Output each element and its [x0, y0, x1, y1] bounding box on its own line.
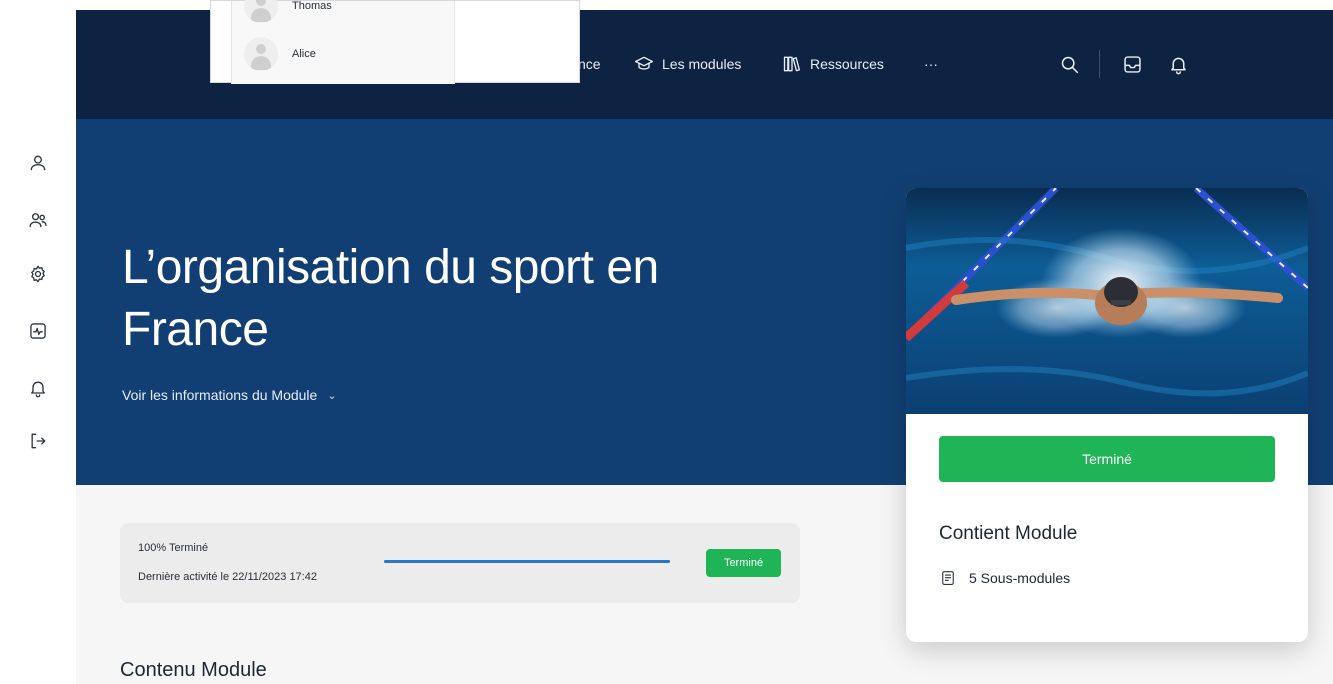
status-badge: Terminé: [706, 549, 781, 577]
left-sidebar: [0, 0, 76, 684]
last-activity-label: Dernière activité le 22/11/2023 17:42: [138, 571, 317, 583]
users-icon[interactable]: [26, 208, 50, 232]
activity-icon[interactable]: [26, 319, 50, 343]
swimmer-image: [906, 188, 1308, 414]
search-icon[interactable]: [1056, 51, 1082, 77]
settings-gear-icon[interactable]: [26, 262, 50, 286]
avatar: [244, 0, 278, 23]
chevron-down-icon: ⌄: [327, 389, 337, 402]
more-icon: ···: [924, 56, 938, 72]
logout-icon[interactable]: [26, 429, 50, 453]
library-books-icon: [783, 56, 800, 72]
module-info-label: Voir les informations du Module: [122, 387, 318, 403]
user-list-popup: Thomas Alice: [210, 0, 580, 84]
notifications-bell-icon[interactable]: [1165, 51, 1191, 77]
page: nce Les modules Ressources ··· L’organis…: [0, 0, 1333, 684]
progress-bar: [384, 560, 670, 563]
completed-button[interactable]: Terminé: [939, 436, 1275, 482]
contains-module-title: Contient Module: [939, 523, 1078, 544]
sub-modules-count: 5 Sous-modules: [939, 569, 1070, 587]
avatar: [244, 37, 278, 71]
user-name: Alice: [292, 48, 316, 60]
nav-item-modules[interactable]: Les modules: [634, 52, 741, 76]
nav-item-label: Les modules: [662, 56, 742, 72]
nav-item-partial[interactable]: nce: [578, 52, 601, 76]
graduation-cap-icon: [635, 56, 653, 70]
book-icon: [942, 571, 954, 585]
module-info-toggle[interactable]: Voir les informations du Module ⌄: [122, 387, 337, 403]
nav-item-ressources[interactable]: Ressources: [782, 52, 884, 76]
progress-card: 100% Terminé Dernière activité le 22/11/…: [120, 523, 800, 603]
list-item[interactable]: Thomas: [244, 0, 332, 23]
bell-icon[interactable]: [26, 376, 50, 400]
user-icon[interactable]: [26, 151, 50, 175]
progress-percent-label: 100% Terminé: [138, 542, 209, 554]
module-side-card: Terminé Contient Module 5 Sous-modules: [906, 188, 1308, 642]
list-item[interactable]: Alice: [244, 37, 316, 71]
page-title: L’organisation du sport en France: [122, 241, 659, 356]
nav-divider: [1099, 50, 1100, 78]
nav-more-button[interactable]: ···: [924, 52, 938, 76]
nav-item-label: Ressources: [810, 56, 884, 72]
user-name: Thomas: [292, 0, 332, 12]
nav-item-label: nce: [578, 56, 601, 72]
inbox-icon[interactable]: [1119, 51, 1145, 77]
user-list: Thomas Alice: [231, 0, 455, 84]
sub-modules-label: 5 Sous-modules: [969, 570, 1071, 586]
content-section-title: Contenu Module: [120, 659, 267, 681]
progress-bar-fill: [384, 560, 670, 563]
